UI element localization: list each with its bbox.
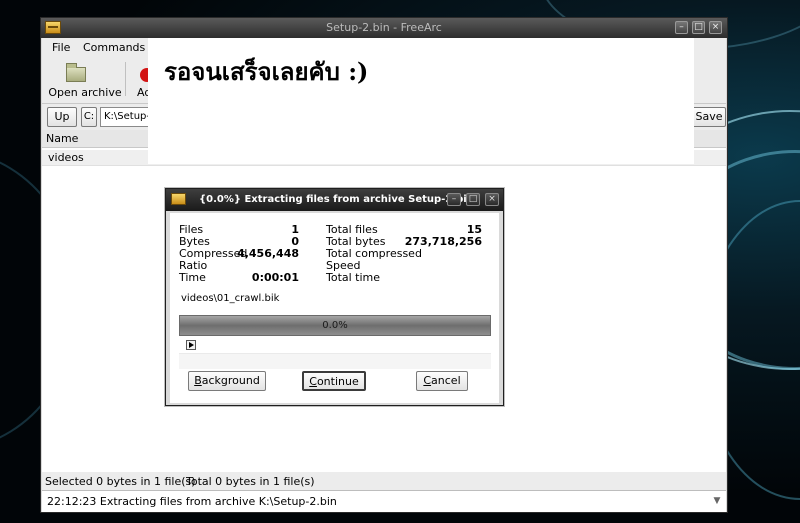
continue-label-rest: ontinue (316, 375, 359, 388)
background-mnemonic: B (194, 374, 202, 387)
dialog-close-button[interactable]: × (485, 193, 499, 206)
close-button[interactable]: × (709, 21, 722, 34)
menu-file[interactable]: File (52, 41, 70, 54)
progress-text: 0.0% (322, 320, 348, 331)
dialog-title: {0.0%} Extracting files from archive Set… (199, 194, 474, 205)
background-label-rest: ackground (201, 374, 260, 387)
open-archive-button[interactable]: Open archive (46, 56, 124, 102)
cancel-mnemonic: C (423, 374, 432, 387)
details-area (179, 353, 491, 369)
toolbar-separator (125, 62, 126, 96)
current-file: videos\01_crawl.bik (181, 293, 280, 304)
status-selected: Selected 0 bytes in 1 file(s) (45, 475, 196, 488)
progress-bar: 0.0% (179, 315, 491, 336)
log-line: 22:12:23 Extracting files from archive K… (47, 495, 337, 508)
window-title: Setup-2.bin - FreeArc (326, 21, 442, 34)
menu-commands[interactable]: Commands (83, 41, 145, 54)
status-bar: Selected 0 bytes in 1 file(s) Total 0 by… (42, 472, 726, 490)
dialog-maximize-button[interactable]: □ (466, 193, 480, 206)
expand-details-icon[interactable] (186, 340, 196, 350)
overlay-caption: รอจนเสร็จเลยคับ :) (164, 57, 369, 86)
maximize-button[interactable]: □ (692, 21, 705, 34)
value-compressed: 4,456,448 (237, 247, 299, 260)
continue-button[interactable]: Continue (302, 371, 366, 391)
save-button[interactable]: Save (692, 107, 726, 127)
up-button[interactable]: Up (47, 107, 77, 127)
list-item-name: videos (48, 151, 84, 164)
drive-button[interactable]: C: (81, 107, 97, 127)
column-name[interactable]: Name (46, 132, 78, 145)
log-combobox[interactable]: 22:12:23 Extracting files from archive K… (42, 490, 726, 512)
white-overlay-panel: รอจนเสร็จเลยคับ :) (148, 38, 694, 164)
minimize-button[interactable]: – (675, 21, 688, 34)
dialog-minimize-button[interactable]: – (447, 193, 461, 206)
continue-mnemonic: C (309, 375, 317, 388)
cancel-button[interactable]: Cancel (416, 371, 468, 391)
status-total: Total 0 bytes in 1 file(s) (186, 475, 315, 488)
background-button[interactable]: Background (188, 371, 266, 391)
label-time: Time (179, 271, 206, 284)
open-archive-label: Open archive (48, 86, 122, 99)
chevron-down-icon[interactable]: ▼ (710, 494, 724, 508)
label-total-time: Total time (326, 271, 381, 284)
cancel-label-rest: ancel (431, 374, 461, 387)
value-time: 0:00:01 (251, 271, 299, 284)
extract-progress-dialog: {0.0%} Extracting files from archive Set… (165, 188, 504, 406)
freearc-app-icon (171, 193, 186, 205)
value-total-bytes: 273,718,256 (404, 235, 482, 248)
main-titlebar[interactable]: Setup-2.bin - FreeArc – □ × (41, 18, 727, 38)
dialog-titlebar[interactable]: {0.0%} Extracting files from archive Set… (166, 189, 503, 211)
folder-icon (66, 63, 86, 82)
